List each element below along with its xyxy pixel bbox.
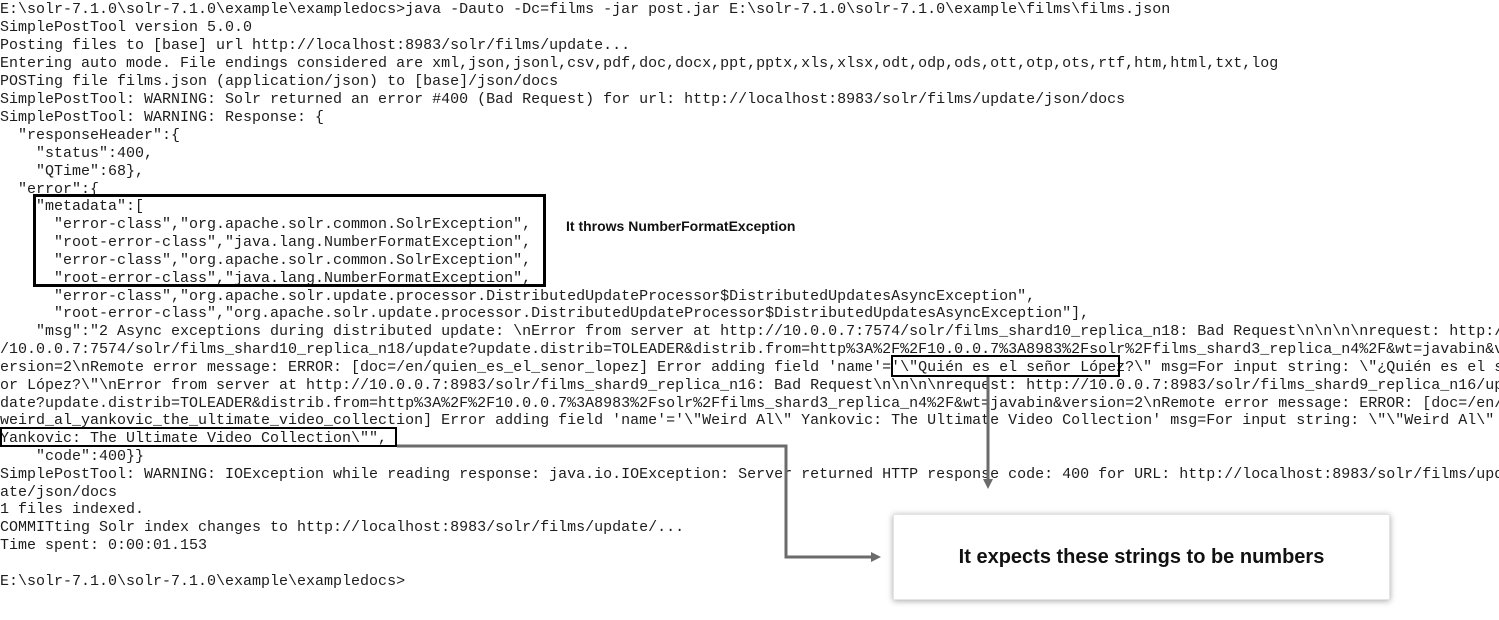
string-highlight-weird-al [0, 427, 397, 447]
metadata-highlight-box [33, 194, 546, 287]
console-line: "status":400, [0, 145, 154, 162]
console-line: Entering auto mode. File endings conside… [0, 55, 1279, 72]
console-line: or López?\"\nError from server at http:/… [0, 377, 1499, 394]
console-line[interactable]: E:\solr-7.1.0\solr-7.1.0\example\example… [0, 573, 405, 591]
console-line: SimplePostTool: WARNING: IOException whi… [0, 466, 1499, 483]
console-line: SimplePostTool: WARNING: Solr returned a… [0, 91, 1126, 108]
callout-text: It expects these strings to be numbers [958, 545, 1325, 568]
console-line: "msg":"2 Async exceptions during distrib… [0, 323, 1499, 340]
console-line: Posting files to [base] url http://local… [0, 37, 631, 54]
string-highlight-quien [891, 355, 1120, 377]
console-line: SimplePostTool version 5.0.0 [0, 19, 253, 36]
console-line: date?update.distrib=TOLEADER&distrib.fro… [0, 395, 1499, 412]
console-line: COMMITting Solr index changes to http://… [0, 519, 685, 536]
console-line: "QTime":68}, [0, 163, 145, 180]
console-line: "error-class","org.apache.solr.update.pr… [0, 288, 1036, 305]
console-line: ate/json/docs [0, 484, 118, 501]
console-line: /10.0.0.7:7574/solr/films_shard10_replic… [0, 341, 1499, 358]
console-line: Time spent: 0:00:01.153 [0, 537, 208, 554]
callout-box: It expects these strings to be numbers [893, 514, 1390, 600]
console-line: "responseHeader":{ [0, 127, 181, 144]
console-line: ersion=2\nRemote error message: ERROR: [… [0, 359, 1499, 376]
throws-note: It throws NumberFormatException [566, 218, 796, 234]
console-line: "code":400}} [0, 448, 145, 465]
console-line: SimplePostTool: WARNING: Response: { [0, 109, 325, 126]
console-line: POSTing file films.json (application/jso… [0, 73, 559, 90]
arrow-elbow [397, 444, 881, 562]
console-line: 1 files indexed. [0, 501, 145, 518]
console-line: E:\solr-7.1.0\solr-7.1.0\example\example… [0, 1, 1171, 18]
console-line: "root-error-class","org.apache.solr.upda… [0, 305, 1090, 322]
